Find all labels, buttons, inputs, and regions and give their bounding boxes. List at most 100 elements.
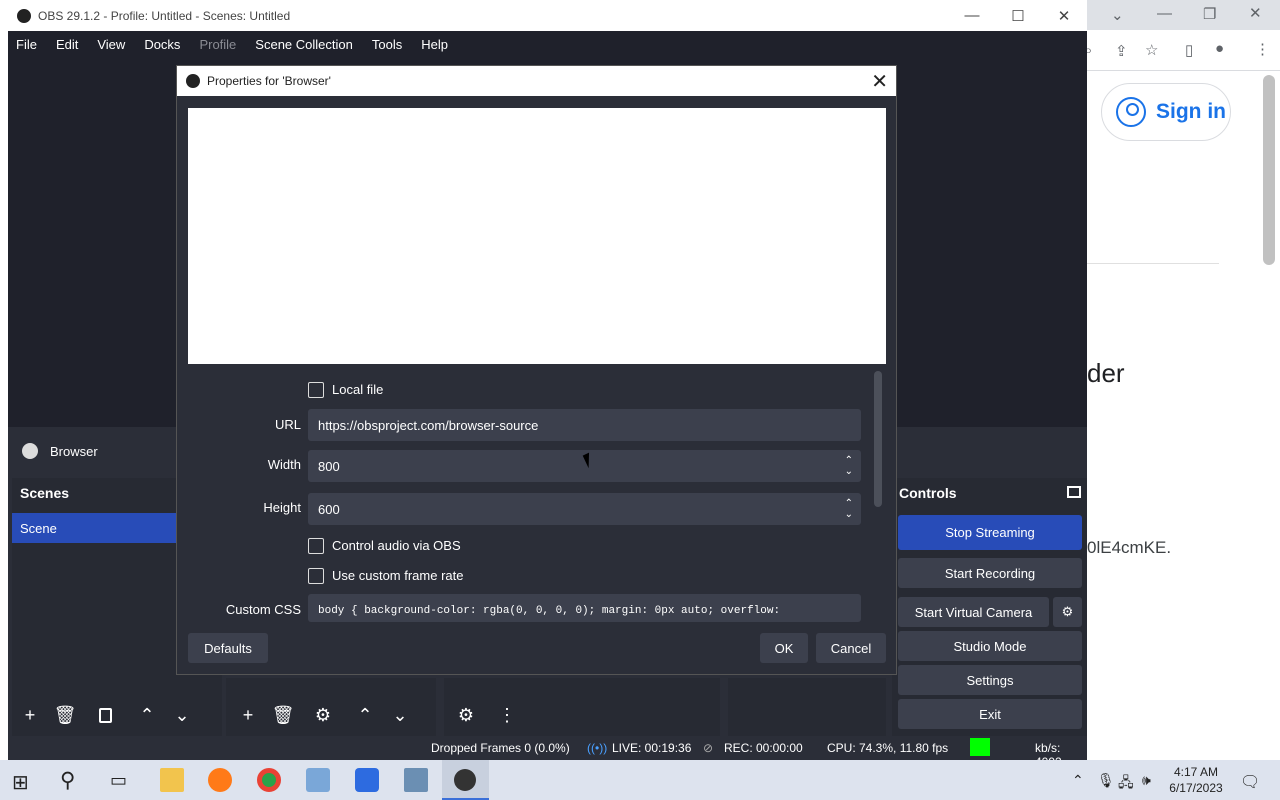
profile-icon[interactable]: ●	[1215, 40, 1224, 57]
undock-icon[interactable]	[1067, 486, 1081, 498]
chrome-icon[interactable]	[257, 768, 281, 792]
scene-filters-icon[interactable]	[91, 702, 119, 728]
dialog-scrollbar[interactable]	[874, 371, 882, 507]
stream-health-indicator	[970, 738, 990, 756]
app-play-icon[interactable]	[355, 768, 379, 792]
width-label: Width	[267, 457, 301, 472]
spin-arrows-icon[interactable]: ⌃ ⌄	[845, 498, 853, 520]
menu-edit[interactable]: Edit	[56, 37, 78, 52]
menu-scene-collection[interactable]: Scene Collection	[255, 37, 353, 52]
firefox-icon[interactable]	[208, 768, 232, 792]
divider	[1087, 263, 1219, 264]
obs-titlebar: OBS 29.1.2 - Profile: Untitled - Scenes:…	[8, 0, 1087, 31]
menu-help[interactable]: Help	[421, 37, 448, 52]
exit-button[interactable]: Exit	[898, 699, 1082, 729]
taskbar-clock[interactable]: 4:17 AM 6/17/2023	[1161, 764, 1231, 796]
virtual-camera-settings-button[interactable]: ⚙	[1053, 597, 1082, 627]
menu-view[interactable]: View	[97, 37, 125, 52]
chevron-down-icon[interactable]: ⌄	[1111, 6, 1124, 24]
close-icon[interactable]: ✕	[871, 69, 888, 94]
defaults-button[interactable]: Defaults	[188, 633, 268, 663]
more-icon[interactable]: ⋮	[1255, 40, 1270, 58]
url-input[interactable]: https://obsproject.com/browser-source	[308, 409, 861, 441]
share-icon[interactable]: ⇪	[1115, 42, 1128, 60]
minimize-icon[interactable]: —	[1157, 5, 1172, 22]
chrome-toolbar: ⌕ ⇪ ☆ ▯ ● ⋮	[1084, 30, 1280, 71]
network-icon[interactable]: 🖧	[1118, 772, 1134, 796]
chevron-up-icon[interactable]: ⌃	[1072, 772, 1084, 789]
height-spinbox[interactable]: 600 ⌃ ⌄	[308, 493, 861, 525]
app-window-icon[interactable]	[404, 768, 428, 792]
custom-css-textarea[interactable]: body { background-color: rgba(0, 0, 0, 0…	[308, 594, 861, 622]
task-view-icon[interactable]: ▭	[110, 770, 134, 794]
start-virtual-camera-button[interactable]: Start Virtual Camera	[898, 597, 1049, 627]
volume-icon[interactable]: 🕪	[1142, 772, 1151, 789]
live-time: LIVE: 00:19:36	[612, 741, 692, 755]
custom-fps-checkbox[interactable]	[308, 568, 324, 584]
remove-source-icon[interactable]: 🗑	[269, 702, 297, 728]
mixer-settings-icon[interactable]: ⚙	[452, 702, 480, 728]
sidepanel-icon[interactable]: ▯	[1185, 41, 1193, 59]
cancel-button[interactable]: Cancel	[816, 633, 886, 663]
studio-mode-button[interactable]: Studio Mode	[898, 631, 1082, 661]
notification-icon[interactable]: 🗨	[1240, 772, 1260, 792]
obs-logo-icon	[186, 74, 200, 88]
search-icon[interactable]: ⚲	[60, 768, 84, 792]
height-label: Height	[263, 500, 301, 515]
obs-taskbar-button[interactable]	[442, 760, 489, 800]
sign-in-button[interactable]: Sign in	[1101, 83, 1231, 141]
source-name: Browser	[50, 443, 98, 459]
source-up-icon[interactable]: ⌃	[351, 702, 379, 728]
chrome-tabstrip: ⌄ — ❐ ✕	[1087, 0, 1280, 30]
maximize-button[interactable]: ☐	[995, 0, 1041, 31]
add-source-icon[interactable]: +	[234, 702, 262, 728]
app-cube-icon[interactable]	[306, 768, 330, 792]
cpu-usage: CPU: 74.3%, 11.80 fps	[827, 741, 949, 755]
menu-docks[interactable]: Docks	[144, 37, 180, 52]
source-properties-icon[interactable]: ⚙	[309, 702, 337, 728]
microphone-icon[interactable]: 🎙	[1097, 772, 1115, 789]
css-label: Custom CSS	[225, 602, 301, 617]
control-audio-label: Control audio via OBS	[332, 538, 461, 553]
spin-arrows-icon[interactable]: ⌃ ⌄	[845, 455, 853, 477]
restore-icon[interactable]: ❐	[1203, 5, 1216, 23]
minimize-button[interactable]: —	[949, 0, 995, 31]
windows-start-icon[interactable]: ⊞	[12, 770, 36, 794]
move-up-icon[interactable]: ⌃	[133, 702, 161, 728]
star-icon[interactable]: ☆	[1145, 41, 1158, 59]
stop-streaming-button[interactable]: Stop Streaming	[898, 515, 1082, 550]
menu-tools[interactable]: Tools	[372, 37, 402, 52]
source-down-icon[interactable]: ⌄	[386, 702, 414, 728]
settings-button[interactable]: Settings	[898, 665, 1082, 695]
rec-time: REC: 00:00:00	[724, 741, 803, 755]
live-icon: ((•))	[587, 741, 608, 755]
start-recording-button[interactable]: Start Recording	[898, 558, 1082, 588]
file-explorer-icon[interactable]	[160, 768, 184, 792]
add-scene-icon[interactable]: +	[16, 702, 44, 728]
control-audio-checkbox[interactable]	[308, 538, 324, 554]
remove-scene-icon[interactable]: 🗑	[51, 702, 79, 728]
chrome-window: ⌄ — ❐ ✕ ⌕ ⇪ ☆ ▯ ● ⋮ Sign in der 0lE4cmKE…	[1084, 0, 1280, 760]
move-down-icon[interactable]: ⌄	[168, 702, 196, 728]
menu-bar: File Edit View Docks Profile Scene Colle…	[8, 31, 1087, 57]
mixer-menu-icon[interactable]: ⋮	[493, 702, 521, 728]
url-label: URL	[274, 417, 301, 432]
height-value: 600	[318, 502, 340, 517]
ok-button[interactable]: OK	[760, 633, 808, 663]
mixer-dock	[444, 678, 720, 736]
window-title: OBS 29.1.2 - Profile: Untitled - Scenes:…	[38, 8, 291, 23]
menu-file[interactable]: File	[16, 37, 37, 52]
scene-list-item[interactable]: Scene	[12, 513, 182, 543]
scenes-header: Scenes	[20, 485, 70, 501]
local-file-checkbox[interactable]	[308, 382, 324, 398]
account-icon	[1116, 97, 1146, 127]
close-icon[interactable]: ✕	[1249, 4, 1262, 22]
menu-profile[interactable]: Profile	[199, 37, 236, 52]
browser-source-icon	[22, 443, 38, 459]
width-value: 800	[318, 459, 340, 474]
obs-logo-icon	[17, 8, 31, 23]
page-scrollbar[interactable]	[1263, 75, 1275, 265]
partial-code-text: 0lE4cmKE.	[1087, 538, 1172, 557]
close-button[interactable]: ✕	[1041, 0, 1087, 31]
sign-in-label: Sign in	[1156, 100, 1226, 123]
